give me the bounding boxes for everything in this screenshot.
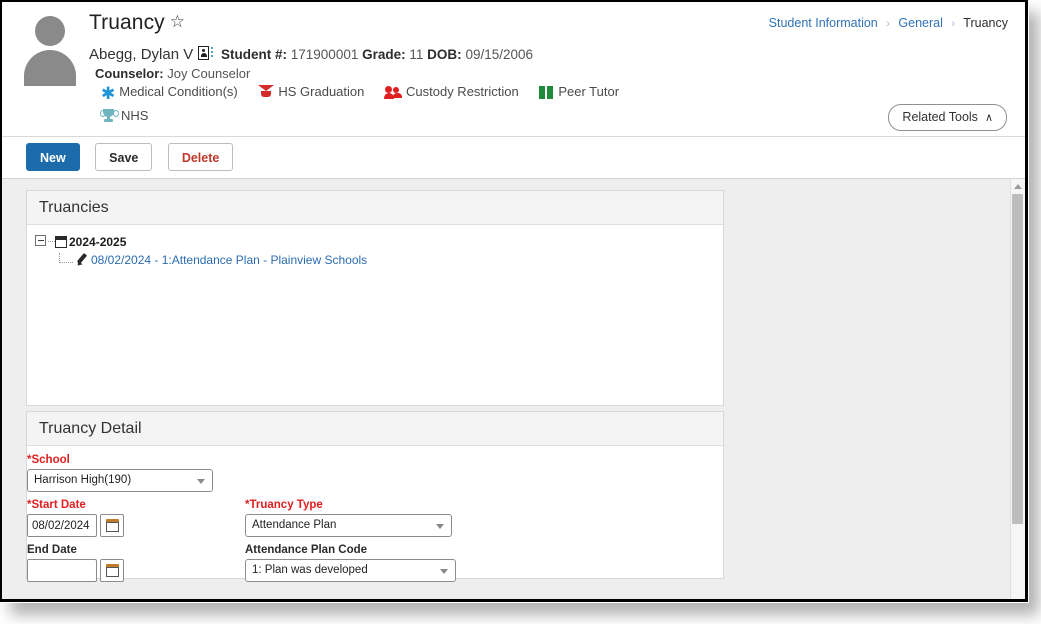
breadcrumb-item-student-information[interactable]: Student Information: [769, 16, 878, 30]
truancy-type-select-value: Attendance Plan: [252, 519, 337, 531]
student-name: Abegg, Dylan V: [89, 46, 194, 63]
favorite-star-icon[interactable]: ☆: [170, 12, 185, 32]
field-attendance-plan-code: Attendance Plan Code 1: Plan was develop…: [245, 544, 460, 582]
start-date-label: *Start Date: [27, 499, 157, 511]
truancies-panel: Truancies 2024-2025 08/02/2024 - 1:Atten…: [26, 190, 724, 406]
dob-label: DOB:: [427, 47, 462, 62]
book-icon: [539, 86, 554, 99]
grade-label: Grade:: [362, 47, 406, 62]
end-date-calendar-button[interactable]: [100, 559, 124, 582]
flag-nhs[interactable]: NHS: [100, 108, 149, 123]
counselor-label: Counselor:: [95, 66, 164, 81]
tree-connector-line: [59, 253, 73, 263]
tree-node-school-year-label: 2024-2025: [69, 235, 127, 249]
calendar-icon: [106, 519, 119, 532]
truancy-detail-panel: Truancy Detail *School Harrison High(190…: [26, 411, 724, 582]
truancies-panel-title: Truancies: [27, 191, 723, 225]
flag-hs-graduation-label: HS Graduation: [278, 84, 365, 99]
page-title: Truancy ☆: [89, 11, 185, 35]
application-window: Truancy ☆ Student Information › General ›…: [0, 0, 1028, 602]
tree-connector-line: [48, 241, 55, 242]
truancy-type-select[interactable]: Attendance Plan: [245, 514, 452, 537]
scrollbar-thumb[interactable]: [1012, 194, 1023, 524]
avatar-head: [35, 16, 65, 46]
pencil-icon: [75, 253, 88, 268]
attendance-plan-code-select[interactable]: 1: Plan was developed: [245, 559, 456, 582]
start-date-field: [27, 514, 157, 537]
student-number-label: Student #:: [221, 47, 287, 62]
save-button[interactable]: Save: [95, 143, 153, 171]
trophy-icon: [100, 109, 119, 123]
action-toolbar: New Save Delete: [2, 137, 1025, 179]
student-flags-row-2: NHS: [100, 108, 165, 123]
calendar-icon: [106, 564, 119, 577]
counselor-line: Counselor: Joy Counselor: [95, 66, 250, 81]
school-select[interactable]: Harrison High(190): [27, 469, 213, 492]
related-tools-label: Related Tools: [902, 110, 978, 124]
flag-custody-restriction-label: Custody Restriction: [406, 84, 519, 99]
chevron-down-icon: [436, 524, 444, 529]
dob-value: 09/15/2006: [465, 47, 534, 62]
breadcrumb-separator-icon: ›: [886, 18, 890, 30]
page-title-text: Truancy: [89, 11, 165, 34]
start-date-input[interactable]: [27, 514, 97, 537]
grade-value: 11: [409, 47, 424, 62]
student-avatar: [20, 12, 80, 86]
breadcrumb-separator-icon: ›: [951, 18, 956, 30]
calendar-icon: [55, 236, 67, 248]
delete-button[interactable]: Delete: [167, 143, 234, 171]
field-start-date: *Start Date: [27, 499, 157, 537]
truancy-type-label: *Truancy Type: [245, 499, 455, 511]
field-school: *School Harrison High(190): [27, 454, 217, 492]
avatar-body: [24, 50, 76, 86]
student-summary-line: Abegg, Dylan V Student #: 171900001 Grad…: [89, 46, 533, 63]
scroll-up-arrow-icon[interactable]: [1011, 179, 1025, 193]
flag-medical-condition-label: Medical Condition(s): [119, 84, 238, 99]
end-date-input[interactable]: [27, 559, 97, 582]
breadcrumb-item-general[interactable]: General: [898, 16, 942, 30]
flag-peer-tutor-label: Peer Tutor: [558, 84, 620, 99]
truancy-detail-form: *School Harrison High(190) *Start Date 0…: [27, 446, 723, 582]
field-truancy-type: *Truancy Type Attendance Plan: [245, 499, 455, 537]
flag-medical-condition[interactable]: ✱ Medical Condition(s): [101, 84, 238, 103]
flag-custody-restriction[interactable]: Custody Restriction: [384, 84, 519, 99]
graduation-cap-icon: [258, 84, 275, 99]
content-scrollbar[interactable]: [1010, 179, 1025, 599]
flag-peer-tutor[interactable]: Peer Tutor: [539, 84, 619, 99]
flag-nhs-label: NHS: [121, 108, 149, 123]
school-label-text: School: [31, 454, 70, 466]
asterisk-icon: ✱: [101, 84, 116, 103]
student-number-value: 171900001: [290, 47, 359, 62]
attendance-plan-code-label: Attendance Plan Code: [245, 544, 368, 556]
school-label: *School: [27, 454, 217, 466]
chevron-down-icon: [440, 569, 448, 574]
collapse-expander-icon[interactable]: [35, 235, 46, 246]
new-button[interactable]: New: [26, 143, 80, 171]
truancy-detail-panel-title: Truancy Detail: [27, 412, 723, 446]
field-end-date: End Date: [27, 544, 157, 582]
breadcrumb: Student Information › General › Truancy: [769, 16, 1008, 30]
tree-node-truancy-record[interactable]: 08/02/2024 - 1:Attendance Plan - Plainvi…: [35, 251, 723, 269]
content-area: Truancies 2024-2025 08/02/2024 - 1:Atten…: [2, 179, 1025, 599]
truancy-type-label-text: Truancy Type: [249, 499, 323, 511]
student-id-card-icon[interactable]: [198, 46, 214, 62]
chevron-down-icon: [197, 479, 205, 484]
start-date-label-text: Start Date: [31, 499, 86, 511]
flag-hs-graduation[interactable]: HS Graduation: [258, 84, 364, 99]
tree-node-school-year[interactable]: 2024-2025: [35, 233, 723, 251]
start-date-calendar-button[interactable]: [100, 514, 124, 537]
chevron-up-icon: ∧: [984, 112, 993, 124]
student-flags-row-1: ✱ Medical Condition(s) HS Graduation Cust…: [101, 84, 636, 103]
page-header: Truancy ☆ Student Information › General ›…: [2, 2, 1025, 137]
counselor-value: Joy Counselor: [167, 66, 251, 81]
breadcrumb-item-truancy: Truancy: [963, 16, 1008, 30]
tree-node-truancy-record-label[interactable]: 08/02/2024 - 1:Attendance Plan - Plainvi…: [91, 253, 367, 267]
truancies-tree: 2024-2025 08/02/2024 - 1:Attendance Plan…: [27, 225, 723, 269]
school-select-value: Harrison High(190): [34, 474, 132, 486]
attendance-plan-code-select-value: 1: Plan was developed: [252, 564, 368, 576]
end-date-label: End Date: [27, 544, 77, 556]
related-tools-button[interactable]: Related Tools ∧: [888, 104, 1007, 131]
end-date-field: [27, 559, 157, 582]
people-icon: [384, 85, 402, 99]
